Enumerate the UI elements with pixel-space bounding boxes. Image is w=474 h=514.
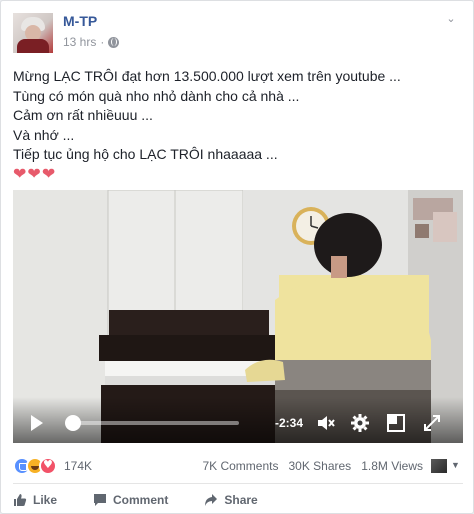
comment-icon xyxy=(93,493,107,507)
engagement-counts: 7K Comments 30K Shares 1.8M Views xyxy=(202,459,423,473)
viewer-avatar[interactable] xyxy=(431,459,447,473)
mute-icon[interactable] xyxy=(315,412,337,434)
post-line: Cảm ơn rất nhiềuuu ... xyxy=(13,107,153,123)
comment-button[interactable]: Comment xyxy=(93,493,168,507)
avatar-body xyxy=(17,39,49,53)
settings-icon[interactable] xyxy=(349,412,371,434)
post-body: Mừng LẠC TRÔI đạt hơn 13.500.000 lượt xe… xyxy=(13,67,463,185)
comment-label: Comment xyxy=(113,493,169,507)
post-line: Tiếp tục ủng hộ cho LẠC TRÔI nhaaaaa ... xyxy=(13,146,278,162)
thumbs-up-icon xyxy=(13,493,27,507)
fullscreen-icon[interactable] xyxy=(421,412,443,434)
post-line: Và nhớ ... xyxy=(13,126,75,143)
globe-icon xyxy=(108,36,120,48)
like-label: Like xyxy=(33,493,58,507)
video-player[interactable]: -2:34 xyxy=(13,190,463,443)
reaction-count: 174K xyxy=(64,459,93,473)
post-options-chevron-icon[interactable]: ⌄ xyxy=(445,13,457,25)
video-controls: -2:34 xyxy=(13,397,463,443)
share-button[interactable]: Share xyxy=(204,493,258,507)
action-bar: Like Comment Share xyxy=(13,488,463,512)
post-stats: 174K 7K Comments 30K Shares 1.8M Views ▼ xyxy=(13,453,463,477)
heart-emojis: ❤❤❤ xyxy=(13,165,57,183)
love-reaction-icon xyxy=(39,457,57,475)
author-name[interactable]: M-TP xyxy=(63,13,97,29)
play-icon[interactable] xyxy=(31,415,43,431)
like-button[interactable]: Like xyxy=(13,493,57,507)
post-time[interactable]: 13 hrs xyxy=(63,35,96,49)
theater-mode-icon[interactable] xyxy=(385,412,407,434)
post-line: Mừng LẠC TRÔI đạt hơn 13.500.000 lượt xe… xyxy=(13,68,401,84)
shares-count[interactable]: 30K Shares xyxy=(288,459,351,473)
comments-count[interactable]: 7K Comments xyxy=(202,459,278,473)
post-meta: 13 hrs · xyxy=(63,35,120,49)
author-avatar[interactable] xyxy=(13,13,53,53)
views-count: 1.8M Views xyxy=(361,459,423,473)
share-icon xyxy=(204,493,218,507)
post-line: Tùng có món quà nho nhỏ dành cho cả nhà … xyxy=(13,87,300,104)
progress-scrubber[interactable] xyxy=(65,415,81,431)
reaction-summary[interactable]: 174K xyxy=(13,457,92,475)
post-header: M-TP 13 hrs · ⌄ xyxy=(13,11,463,55)
progress-bar[interactable] xyxy=(71,421,239,425)
post-card: M-TP 13 hrs · ⌄ Mừng LẠC TRÔI đạt hơn 13… xyxy=(0,0,474,514)
meta-separator: · xyxy=(100,35,105,49)
divider xyxy=(13,483,463,484)
time-remaining: -2:34 xyxy=(275,416,304,430)
share-label: Share xyxy=(224,493,258,507)
viewer-chevron-down-icon[interactable]: ▼ xyxy=(451,460,461,470)
